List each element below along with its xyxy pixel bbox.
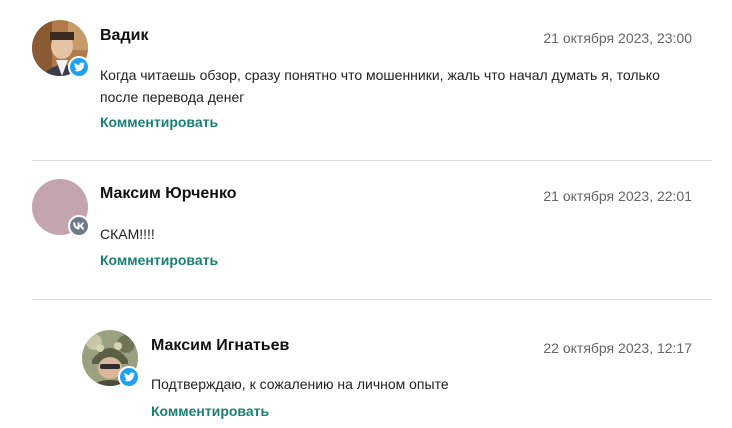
reply-button[interactable]: Комментировать bbox=[100, 114, 218, 130]
twitter-icon bbox=[118, 366, 140, 388]
twitter-icon bbox=[68, 56, 90, 78]
reply-button[interactable]: Комментировать bbox=[100, 252, 218, 268]
comment-author[interactable]: Максим Игнатьев bbox=[151, 337, 289, 355]
comment-date: 21 октября 2023, 22:01 bbox=[543, 188, 692, 204]
comment-author[interactable]: Вадик bbox=[100, 27, 148, 45]
comment-text: Подтверждаю, к сожалению на личном опыте bbox=[151, 376, 449, 392]
comment-item: Максим Юрченко 21 октября 2023, 22:01 СК… bbox=[0, 161, 732, 299]
comment-text: СКАМ!!!! bbox=[100, 226, 155, 242]
avatar[interactable] bbox=[82, 330, 140, 388]
comments-list: Вадик 21 октября 2023, 23:00 Когда читае… bbox=[0, 0, 732, 428]
comment-author[interactable]: Максим Юрченко bbox=[100, 185, 237, 203]
comment-text: Когда читаешь обзор, сразу понятно что м… bbox=[100, 67, 660, 105]
vk-icon bbox=[68, 215, 90, 237]
reply-button[interactable]: Комментировать bbox=[151, 403, 269, 419]
comment-item-reply: Максим Игнатьев 22 октября 2023, 12:17 П… bbox=[0, 300, 732, 428]
avatar[interactable] bbox=[32, 179, 90, 237]
comment-item: Вадик 21 октября 2023, 23:00 Когда читае… bbox=[0, 0, 732, 160]
comment-date: 21 октября 2023, 23:00 bbox=[543, 30, 692, 46]
comment-date: 22 октября 2023, 12:17 bbox=[543, 340, 692, 356]
avatar[interactable] bbox=[32, 20, 90, 78]
